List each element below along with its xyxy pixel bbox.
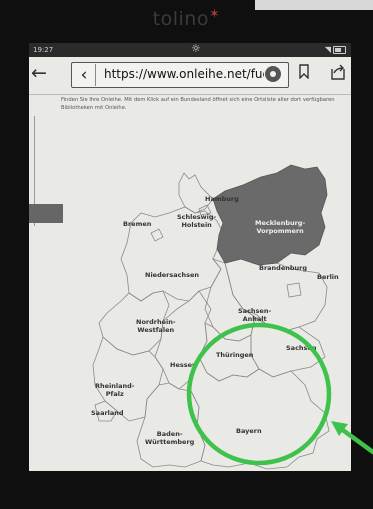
status-bar: 19:27 ☼ ◥ [29,43,351,57]
device-brand-logo: tolino✶ [152,7,221,30]
state-label-niedersachsen[interactable]: Niedersachsen [145,271,199,279]
state-label-nordrhein-westfalen[interactable]: Nordrhein- Westfalen [136,318,176,334]
state-label-sachsen-anhalt[interactable]: Sachsen- Anhalt [238,307,271,323]
state-shape-bremen[interactable] [150,228,164,242]
state-shape-mecklenburg-vorpommern[interactable] [212,164,328,266]
url-text[interactable]: https://www.onleihe.net/fuer- [104,67,264,81]
share-icon[interactable] [329,64,347,80]
brand-mark-icon: ✶ [208,7,221,22]
state-label-schleswig-holstein[interactable]: Schleswig- Holstein [177,213,216,229]
clock: 19:27 [33,46,54,54]
page-back-icon[interactable]: ‹ [73,64,96,86]
state-label-berlin[interactable]: Berlin [317,273,339,281]
battery-icon [333,46,346,54]
state-label-bremen[interactable]: Bremen [123,220,151,228]
state-shape-hessen[interactable] [154,290,212,390]
state-label-baden-wuerttemberg[interactable]: Baden- Württemberg [145,430,194,446]
state-label-hamburg[interactable]: Hamburg [205,195,239,203]
state-shape-baden-wuerttemberg[interactable] [136,382,206,468]
wifi-icon: ◥ [324,45,331,54]
browser-toolbar: ← ‹ https://www.onleihe.net/fuer- [29,57,351,95]
state-label-thueringen[interactable]: Thüringen [216,351,253,359]
state-label-brandenburg[interactable]: Brandenburg [259,264,307,272]
frontlight-icon[interactable]: ☼ [191,43,201,55]
state-shape-berlin[interactable] [286,282,302,298]
state-label-rheinland-pfalz[interactable]: Rheinland- Pfalz [95,382,135,398]
state-label-sachsen[interactable]: Sachsen [286,344,316,352]
reload-icon[interactable] [265,66,281,82]
state-label-hessen[interactable]: Hessen [170,361,197,369]
state-shape-bayern[interactable] [190,355,330,470]
ereader-screen: 19:27 ☼ ◥ ← ‹ https://www.onleihe.net/fu… [29,43,351,471]
bookmark-icon[interactable] [299,64,309,79]
state-label-bayern[interactable]: Bayern [236,427,262,435]
germany-map [92,164,330,470]
state-label-mecklenburg-vorpommern[interactable]: Mecklenburg- Vorpommern [255,219,305,235]
state-shape-sachsen-anhalt[interactable] [204,258,256,342]
state-label-saarland[interactable]: Saarland [91,409,124,417]
address-bar[interactable]: ‹ https://www.onleihe.net/fuer- [71,62,289,88]
back-arrow-icon[interactable]: ← [31,62,47,84]
